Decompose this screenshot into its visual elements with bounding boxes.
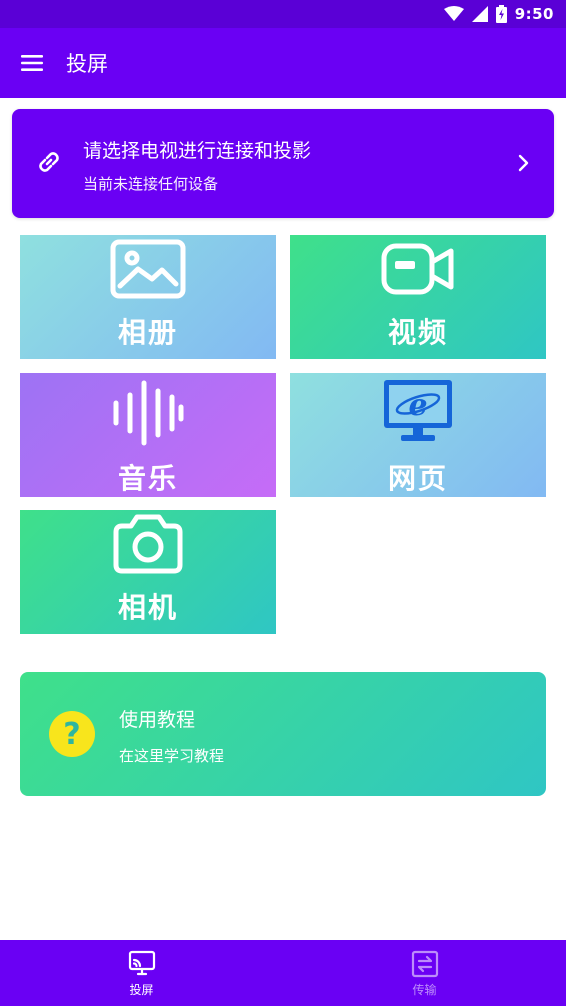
tile-camera-label: 相机 bbox=[117, 591, 178, 624]
tutorial-title: 使用教程 bbox=[119, 709, 196, 731]
svg-text:e: e bbox=[408, 388, 427, 423]
svg-text:?: ? bbox=[63, 717, 80, 752]
help-icon: ? bbox=[48, 710, 96, 758]
status-time: 9:50 bbox=[514, 5, 554, 23]
image-icon bbox=[110, 239, 186, 303]
connect-device-card[interactable]: 请选择电视进行连接和投影 当前未连接任何设备 bbox=[12, 109, 554, 218]
wifi-icon bbox=[443, 6, 464, 22]
nav-item-cast[interactable]: 投屏 bbox=[0, 940, 283, 1006]
chevron-right-icon bbox=[512, 152, 534, 174]
tile-album-label: 相册 bbox=[117, 316, 178, 349]
tile-music-label: 音乐 bbox=[117, 462, 178, 495]
screen-cast-icon bbox=[127, 949, 157, 979]
camera-icon bbox=[113, 514, 183, 578]
bottom-nav: 投屏 传输 bbox=[0, 940, 566, 1006]
tile-music[interactable]: 音乐 bbox=[20, 373, 276, 497]
tile-web-label: 网页 bbox=[387, 462, 448, 495]
app-bar: 投屏 bbox=[0, 28, 566, 98]
tile-video-label: 视频 bbox=[387, 316, 448, 349]
connect-title: 请选择电视进行连接和投影 bbox=[83, 140, 312, 162]
signal-icon bbox=[471, 6, 488, 22]
nav-label-transfer: 传输 bbox=[412, 982, 437, 997]
tutorial-card[interactable]: ? 使用教程 在这里学习教程 bbox=[20, 672, 546, 796]
video-camera-icon bbox=[381, 243, 455, 299]
tile-web[interactable]: e 网页 bbox=[290, 373, 546, 497]
nav-item-transfer[interactable]: 传输 bbox=[283, 940, 566, 1006]
status-bar: 9:50 bbox=[0, 0, 566, 28]
nav-label-cast: 投屏 bbox=[129, 982, 154, 997]
page-title: 投屏 bbox=[66, 52, 108, 76]
tile-album[interactable]: 相册 bbox=[20, 235, 276, 359]
battery-icon bbox=[495, 5, 507, 23]
link-icon bbox=[34, 147, 64, 177]
sound-wave-icon bbox=[111, 379, 185, 451]
transfer-icon bbox=[410, 949, 440, 979]
tile-video[interactable]: 视频 bbox=[290, 235, 546, 359]
tile-camera[interactable]: 相机 bbox=[20, 510, 276, 634]
menu-icon[interactable] bbox=[20, 50, 46, 76]
connect-subtitle: 当前未连接任何设备 bbox=[83, 175, 219, 193]
browser-icon: e bbox=[381, 377, 455, 447]
tutorial-subtitle: 在这里学习教程 bbox=[119, 747, 225, 765]
